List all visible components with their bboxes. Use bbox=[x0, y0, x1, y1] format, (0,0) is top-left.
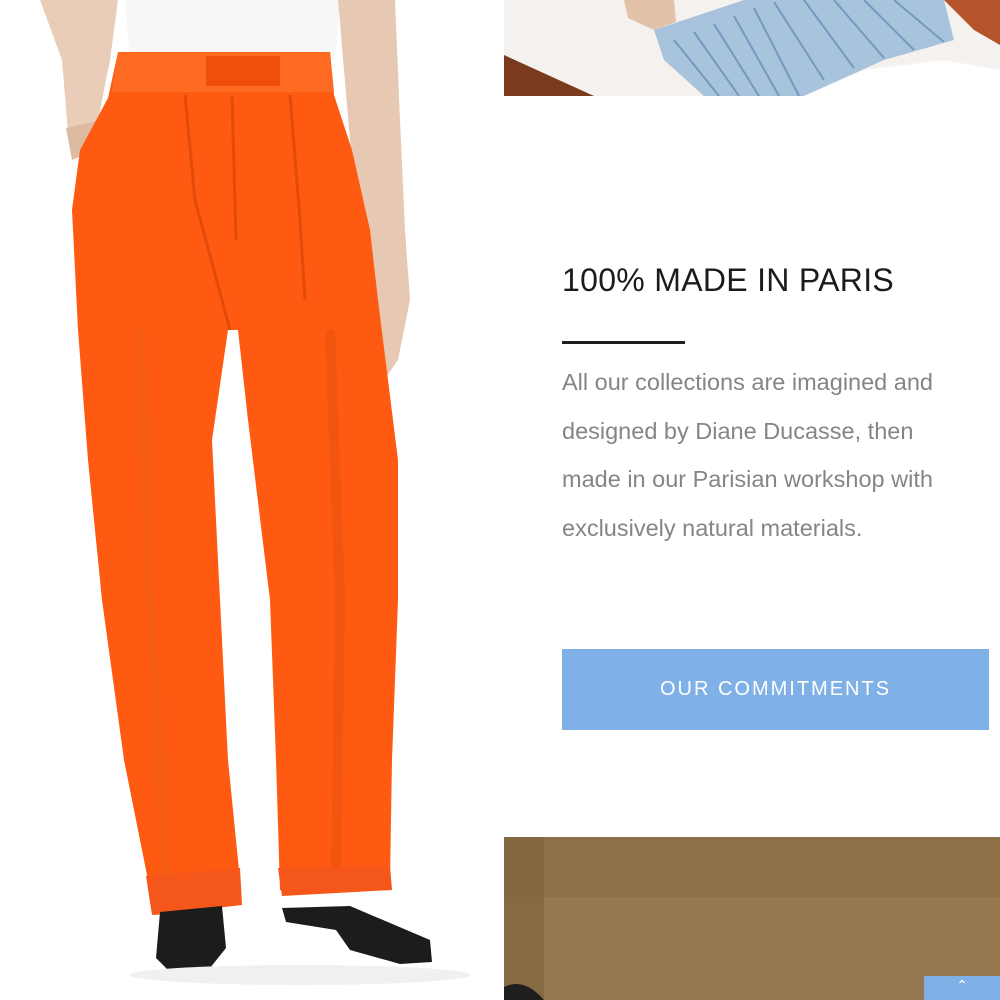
product-illustration bbox=[40, 0, 470, 985]
scroll-to-top-button[interactable]: ⌃ bbox=[924, 976, 1000, 1000]
section-heading: 100% MADE IN PARIS bbox=[562, 262, 895, 298]
chevron-up-icon: ⌃ bbox=[956, 977, 968, 993]
lifestyle-photo-striped-shirt[interactable] bbox=[504, 0, 1000, 96]
our-commitments-button[interactable]: OUR COMMITMENTS bbox=[562, 649, 989, 730]
product-photo-orange-trousers[interactable] bbox=[0, 0, 500, 1000]
lifestyle-illustration bbox=[504, 0, 1000, 96]
heading-divider bbox=[562, 341, 685, 344]
section-body-text: All our collections are imagined and des… bbox=[562, 369, 933, 541]
